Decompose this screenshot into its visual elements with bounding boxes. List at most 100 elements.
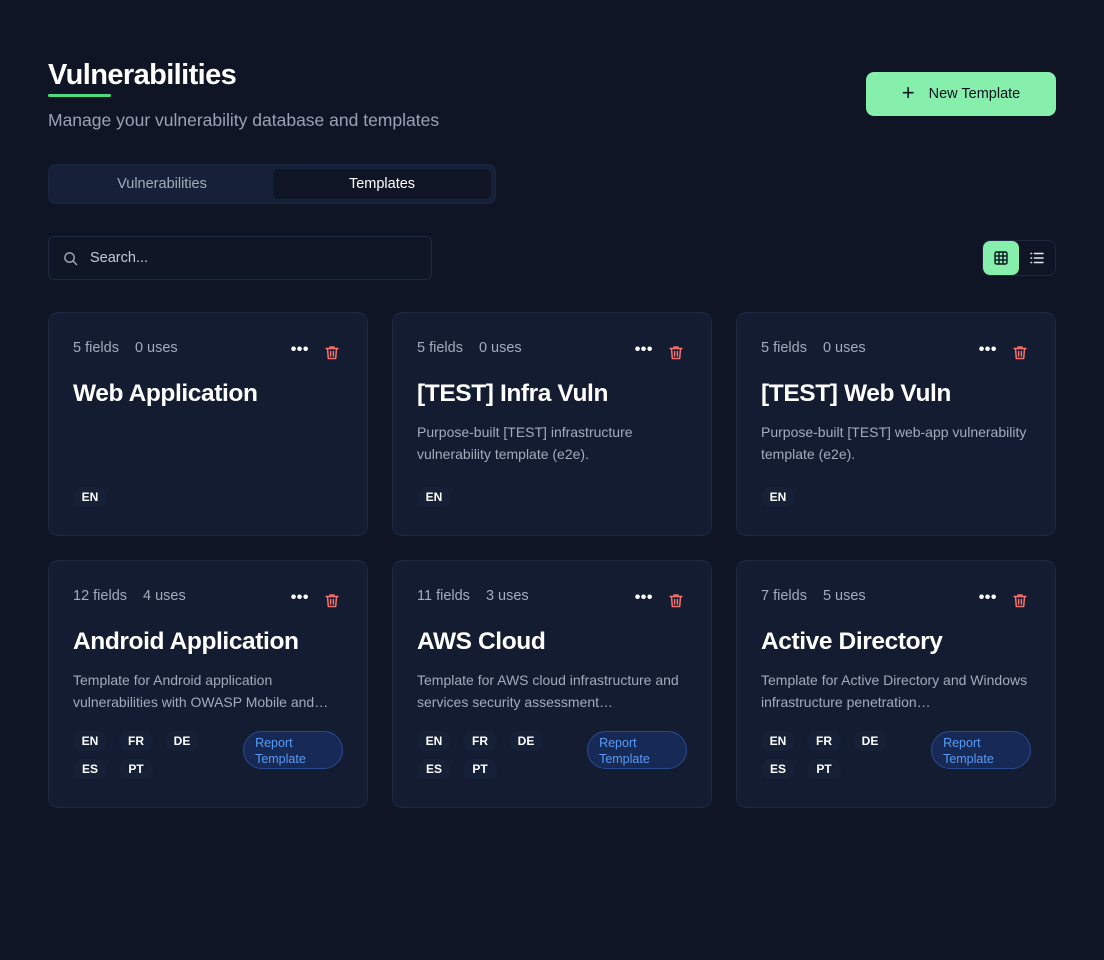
list-icon bbox=[1030, 252, 1044, 264]
language-badge: EN bbox=[73, 731, 107, 751]
card-title: Android Application bbox=[73, 628, 299, 655]
tab-vulnerabilities[interactable]: Vulnerabilities bbox=[53, 169, 271, 199]
more-options-icon[interactable]: ••• bbox=[979, 589, 997, 606]
delete-icon[interactable] bbox=[325, 345, 339, 360]
card-footer: EN bbox=[417, 487, 687, 507]
more-options-icon[interactable]: ••• bbox=[291, 589, 309, 606]
delete-icon[interactable] bbox=[325, 593, 339, 608]
template-card[interactable]: 12 fields 4 uses ••• Android Application… bbox=[48, 560, 368, 808]
card-footer: EN bbox=[73, 487, 343, 507]
page-subtitle: Manage your vulnerability database and t… bbox=[48, 110, 440, 130]
language-list: EN FR DE ES PT bbox=[73, 731, 231, 779]
language-list: EN FR DE ES PT bbox=[417, 731, 575, 779]
field-count: 5 fields bbox=[417, 340, 463, 356]
language-badge: ES bbox=[417, 759, 451, 779]
language-badge: EN bbox=[73, 487, 107, 507]
language-badge: DE bbox=[509, 731, 543, 751]
language-list: EN bbox=[761, 487, 921, 507]
card-actions: ••• bbox=[979, 341, 1027, 360]
use-count: 0 uses bbox=[822, 340, 866, 356]
language-badge: PT bbox=[463, 759, 497, 779]
more-options-icon[interactable]: ••• bbox=[291, 341, 309, 358]
more-options-icon[interactable]: ••• bbox=[635, 341, 653, 358]
template-card[interactable]: 5 fields 0 uses ••• [TEST] Infra Vuln Pu… bbox=[392, 312, 712, 536]
language-badge: FR bbox=[463, 731, 497, 751]
card-title: AWS Cloud bbox=[417, 628, 546, 655]
grid-view-button[interactable] bbox=[983, 241, 1019, 275]
language-badge: EN bbox=[417, 487, 451, 507]
card-actions: ••• bbox=[291, 341, 339, 360]
use-count: 5 uses bbox=[822, 588, 866, 604]
search-box bbox=[48, 236, 432, 280]
tab-templates[interactable]: Templates bbox=[273, 169, 491, 199]
card-description bbox=[73, 421, 343, 465]
search-icon bbox=[63, 251, 78, 266]
template-card[interactable]: 11 fields 3 uses ••• AWS Cloud Template … bbox=[392, 560, 712, 808]
language-badge: ES bbox=[73, 759, 107, 779]
language-badge: EN bbox=[417, 731, 451, 751]
field-count: 5 fields bbox=[761, 340, 807, 356]
language-list: EN bbox=[73, 487, 233, 507]
card-footer: EN bbox=[761, 487, 1031, 507]
card-description: Purpose-built [TEST] web-app vulnerabili… bbox=[761, 424, 1027, 462]
grid-icon bbox=[994, 251, 1008, 265]
delete-icon[interactable] bbox=[1013, 345, 1027, 360]
language-list: EN bbox=[417, 487, 577, 507]
use-count: 0 uses bbox=[134, 340, 178, 356]
delete-icon[interactable] bbox=[1013, 593, 1027, 608]
view-toggle bbox=[982, 240, 1056, 276]
language-badge: DE bbox=[853, 731, 887, 751]
language-list: EN FR DE ES PT bbox=[761, 731, 919, 779]
use-count: 0 uses bbox=[478, 340, 522, 356]
report-template-badge: Report Template bbox=[243, 731, 343, 769]
language-badge: PT bbox=[119, 759, 153, 779]
list-view-button[interactable] bbox=[1019, 241, 1055, 275]
new-template-button[interactable]: + New Template bbox=[866, 72, 1056, 116]
page-title: Vulnerabilities bbox=[48, 59, 237, 91]
language-badge: PT bbox=[807, 759, 841, 779]
field-count: 12 fields bbox=[73, 588, 128, 604]
title-underline bbox=[48, 94, 111, 97]
card-actions: ••• bbox=[635, 341, 683, 360]
field-count: 5 fields bbox=[73, 340, 119, 356]
page-header: Vulnerabilities Manage your vulnerabilit… bbox=[48, 58, 439, 131]
language-badge: FR bbox=[119, 731, 153, 751]
new-template-label: New Template bbox=[928, 86, 1021, 102]
more-options-icon[interactable]: ••• bbox=[979, 341, 997, 358]
search-input[interactable] bbox=[90, 250, 410, 266]
template-card[interactable]: 5 fields 0 uses ••• [TEST] Web Vuln Purp… bbox=[736, 312, 1056, 536]
tab-bar: Vulnerabilities Templates bbox=[48, 164, 496, 204]
card-title: [TEST] Infra Vuln bbox=[417, 380, 609, 407]
report-template-badge: Report Template bbox=[587, 731, 687, 769]
delete-icon[interactable] bbox=[669, 593, 683, 608]
language-badge: DE bbox=[165, 731, 199, 751]
more-options-icon[interactable]: ••• bbox=[635, 589, 653, 606]
language-badge: ES bbox=[761, 759, 795, 779]
report-template-badge: Report Template bbox=[931, 731, 1031, 769]
card-description: Template for Android application vulnera… bbox=[73, 672, 329, 710]
card-footer: EN FR DE ES PT Report Template bbox=[73, 731, 343, 779]
language-badge: EN bbox=[761, 731, 795, 751]
field-count: 7 fields bbox=[761, 588, 807, 604]
delete-icon[interactable] bbox=[669, 345, 683, 360]
template-grid: 5 fields 0 uses ••• Web Application EN 5… bbox=[48, 312, 1056, 808]
use-count: 4 uses bbox=[143, 588, 186, 604]
card-title: [TEST] Web Vuln bbox=[761, 380, 951, 407]
card-description: Template for AWS cloud infrastructure an… bbox=[417, 672, 679, 710]
card-actions: ••• bbox=[291, 589, 339, 608]
language-badge: EN bbox=[761, 487, 795, 507]
plus-icon: + bbox=[901, 79, 915, 105]
card-title: Web Application bbox=[73, 380, 258, 407]
card-title: Active Directory bbox=[761, 628, 943, 655]
card-footer: EN FR DE ES PT Report Template bbox=[761, 731, 1031, 779]
template-card[interactable]: 7 fields 5 uses ••• Active Directory Tem… bbox=[736, 560, 1056, 808]
field-count: 11 fields bbox=[417, 588, 470, 604]
card-actions: ••• bbox=[979, 589, 1027, 608]
card-description: Purpose-built [TEST] infrastructure vuln… bbox=[417, 424, 633, 462]
card-footer: EN FR DE ES PT Report Template bbox=[417, 731, 687, 779]
use-count: 3 uses bbox=[485, 588, 529, 604]
language-badge: FR bbox=[807, 731, 841, 751]
card-description: Template for Active Directory and Window… bbox=[761, 672, 1028, 710]
template-card[interactable]: 5 fields 0 uses ••• Web Application EN bbox=[48, 312, 368, 536]
card-actions: ••• bbox=[635, 589, 683, 608]
